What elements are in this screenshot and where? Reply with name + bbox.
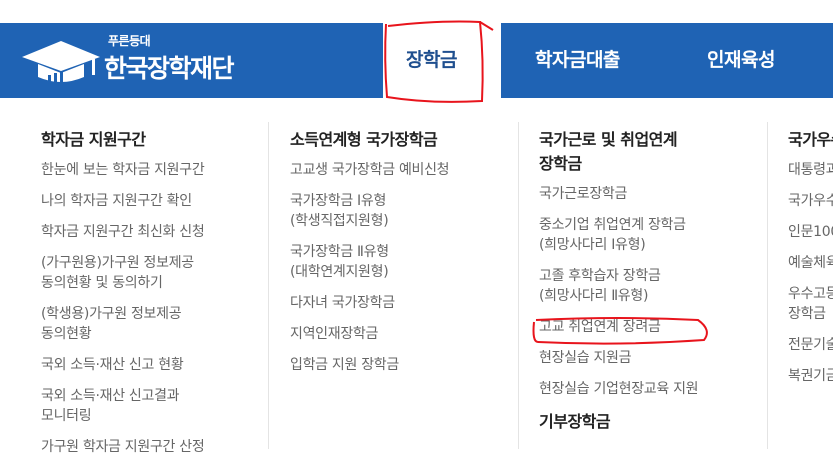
menu-item[interactable]: 예술체육비전장학금 <box>788 253 833 273</box>
column-title: 소득연계형 국가장학금 <box>290 130 438 149</box>
menu-item[interactable]: 현장실습 지원금 <box>539 348 759 368</box>
top-header: 푸른등대 한국장학재단 장학금 학자금대출 인재육성 <box>0 23 833 98</box>
menu-item[interactable]: 학자금 지원구간 최신화 신청 <box>41 222 261 242</box>
menu-item[interactable]: (가구원용)가구원 정보제공 동의현황 및 동의하기 <box>41 253 261 293</box>
graduation-cap-logo-icon <box>22 41 100 84</box>
menu-item[interactable]: 우수고등학생 해외유학 장학금 <box>788 284 833 324</box>
menu-item[interactable]: 다자녀 국가장학금 <box>290 293 510 313</box>
menu-item[interactable]: 고교생 국가장학금 예비신청 <box>290 160 510 180</box>
header-brand-area: 푸른등대 한국장학재단 <box>0 23 383 98</box>
menu-column-support-tier: 학자금 지원구간 한눈에 보는 학자금 지원구간 나의 학자금 지원구간 확인 … <box>41 98 261 455</box>
column-inner: 국가우수장학금 대통령과학장학금 국가우수장학금(이공계) 인문100년장학금 … <box>788 128 833 386</box>
menu-item[interactable]: 고졸 후학습자 장학금 (희망사다리 Ⅱ유형) <box>539 266 759 306</box>
menu-item[interactable]: (학생용)가구원 정보제공 동의현황 <box>41 304 261 344</box>
menu-item[interactable]: 국외 소득·재산 신고결과 모니터링 <box>41 386 261 426</box>
column-title: 학자금 지원구간 <box>41 130 146 149</box>
menu-item[interactable]: 국가우수장학금(이공계) <box>788 191 833 211</box>
column-divider <box>767 122 768 449</box>
nav-tab-student-loan[interactable]: 학자금대출 <box>535 23 620 98</box>
menu-item[interactable]: 중소기업 취업연계 장학금 (희망사다리 Ⅰ유형) <box>539 215 759 255</box>
column-divider <box>268 122 269 449</box>
menu-item[interactable]: 지역인재장학금 <box>290 324 510 344</box>
menu-item[interactable]: 국외 소득·재산 신고 현황 <box>41 355 261 375</box>
menu-item[interactable]: 복권기금 꿈사다리 장학금 <box>788 366 833 386</box>
column-title: 국가근로 및 취업연계 장학금 <box>539 130 678 173</box>
brand-name[interactable]: 한국장학재단 <box>104 49 235 85</box>
column-title: 국가우수장학금 <box>788 130 833 149</box>
menu-item[interactable]: 가구원 학자금 지원구간 산정 <box>41 437 261 457</box>
menu-item[interactable]: 현장실습 기업현장교육 지원 <box>539 379 759 399</box>
nav-tab-scholarship[interactable]: 장학금 <box>406 23 457 98</box>
menu-item[interactable]: 입학금 지원 장학금 <box>290 355 510 375</box>
menu-column-work-employment: 국가근로 및 취업연계 장학금 국가근로장학금 중소기업 취업연계 장학금 (희… <box>539 98 759 449</box>
menu-item[interactable]: 국가근로장학금 <box>539 184 759 204</box>
menu-item[interactable]: 전문기술인재장학금 <box>788 335 833 355</box>
menu-item[interactable]: 대통령과학장학금 <box>788 160 833 180</box>
menu-item[interactable]: 나의 학자금 지원구간 확인 <box>41 191 261 211</box>
menu-item-highlighted[interactable]: 고교 취업연계 장려금 <box>539 317 759 337</box>
menu-column-national-scholarship: 소득연계형 국가장학금 고교생 국가장학금 예비신청 국가장학금 Ⅰ유형 (학생… <box>290 98 510 449</box>
menu-item[interactable]: 인문100년장학금 <box>788 222 833 242</box>
menu-column-excellence: 국가우수장학금 대통령과학장학금 국가우수장학금(이공계) 인문100년장학금 … <box>788 98 833 449</box>
menu-item[interactable]: 국가장학금 Ⅱ유형 (대학연계지원형) <box>290 242 510 282</box>
brand-tagline: 푸른등대 <box>108 34 151 48</box>
nav-tab-talent-development[interactable]: 인재육성 <box>707 23 775 98</box>
column-divider <box>518 122 519 449</box>
menu-item[interactable]: 국가장학금 Ⅰ유형 (학생직접지원형) <box>290 191 510 231</box>
column-subtitle: 기부장학금 <box>539 412 611 431</box>
menu-item[interactable]: 한눈에 보는 학자금 지원구간 <box>41 160 261 180</box>
